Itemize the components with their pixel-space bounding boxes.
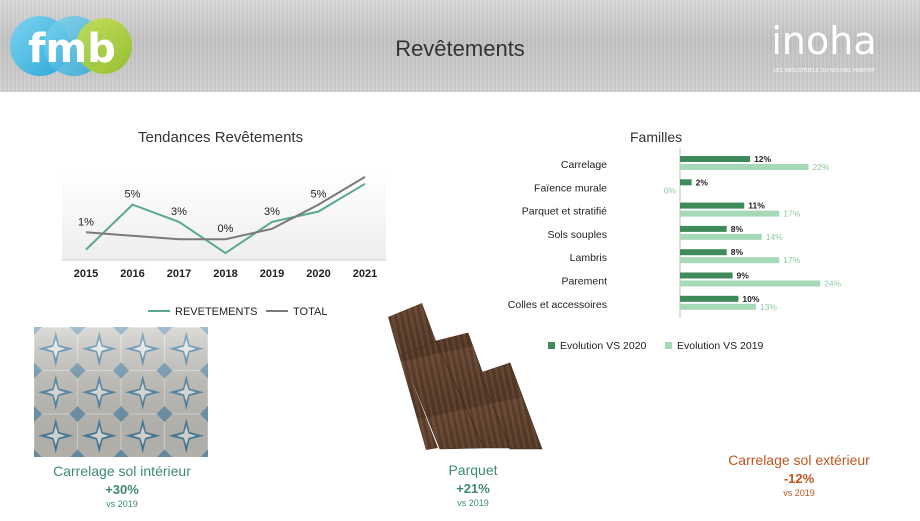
bar-value-label: 22% [812,162,829,172]
bar-value-label: 9% [737,271,750,281]
bar-value-label: 0% [664,185,677,195]
bar-vs-2019 [680,303,756,310]
x-tick-label: 2015 [74,268,98,280]
data-label: 1% [78,216,94,228]
tile-floor-image [34,327,208,457]
plot-area [62,170,386,260]
bar-value-label: 12% [754,154,771,164]
caption-carrelage-exterieur: Carrelage sol extérieur -12% vs 2019 [714,452,884,498]
bar-value-label: 14% [766,232,783,242]
caption-parquet: Parquet +21% vs 2019 [400,462,546,508]
svg-text:LES INDUSTRIELS DU NOUVEL HABI: LES INDUSTRIELS DU NOUVEL HABITAT [773,68,875,74]
bar-vs-2020 [680,202,745,209]
bar-vs-2019 [680,233,762,240]
bar-vs-2019 [680,257,780,264]
data-label: 5% [311,189,327,201]
caption-name: Carrelage sol extérieur [728,452,870,468]
bar-vs-2020 [680,156,751,162]
bar-vs-2019 [680,280,821,287]
category-label: Parement [561,276,607,288]
data-label: 9% [365,170,381,173]
bar-vs-2020 [680,272,733,279]
bar-value-label: 17% [783,209,800,219]
bar-vs-2020 [680,179,692,186]
caption-sub: vs 2019 [457,498,489,508]
trend-line-chart: 2015 2016 2017 2018 2019 2020 2021 1% 5% 3% 0% 3% 5%… [62,170,386,318]
bar-vs-2020 [680,249,727,256]
bar-chart-title: Familles [630,129,683,145]
caption-sub: vs 2019 [783,488,815,498]
category-label: Sols souples [547,229,607,241]
caption-value: -12% [783,471,815,486]
category-label: Lambris [570,252,607,264]
category-label: Parquet et stratifié [522,206,607,218]
legend-label: Evolution VS 2019 [677,340,764,352]
bar-vs-2020 [680,295,739,302]
x-tick-label: 2021 [353,268,377,280]
svg-text:inoha: inoha [771,19,876,63]
bar-value-label: 8% [731,247,744,257]
caption-name: Carrelage sol intérieur [53,463,191,479]
data-label: 0% [218,223,234,235]
legend-label: REVETEMENTS [175,306,258,318]
category-label: Carrelage [561,159,607,171]
caption-value: +30% [105,482,139,497]
bar-value-label: 8% [731,224,744,234]
x-tick-label: 2017 [167,268,191,280]
legend-swatch [548,342,555,349]
caption-sub: vs 2019 [106,499,138,509]
x-tick-label: 2019 [260,268,284,280]
caption-name: Parquet [448,462,498,478]
bar-value-label: 10% [742,294,759,304]
x-tick-label: 2020 [306,268,330,280]
data-label: 5% [125,189,141,201]
bar-vs-2020 [680,225,727,232]
legend-label: TOTAL [293,306,327,318]
data-label: 3% [264,206,280,218]
legend-label: Evolution VS 2020 [560,340,647,352]
caption-value: +21% [456,481,490,496]
legend-swatch [665,342,672,349]
inoha-logo: inoha LES INDUSTRIELS DU NOUVEL HABITAT [771,19,876,74]
x-tick-label: 2018 [213,268,237,280]
bar-vs-2019 [680,164,809,170]
x-tick-label: 2016 [120,268,144,280]
bar-value-label: 11% [748,201,765,211]
parquet-planks-image [388,303,543,450]
data-label: 3% [171,206,187,218]
bar-value-label: 17% [783,255,800,265]
bar-value-label: 2% [696,177,709,187]
familles-bar-chart: Carrelage 12% 22% Faïence murale 2% 0% Parquet… [508,148,842,352]
line-chart-title: Tendances Revêtements [138,129,304,146]
caption-carrelage-interieur: Carrelage sol intérieur +30% vs 2019 [24,463,220,509]
category-label: Faïence murale [534,182,607,194]
bar-value-label: 13% [760,302,777,312]
bar-vs-2019 [680,210,780,217]
bar-value-label: 24% [824,279,841,289]
